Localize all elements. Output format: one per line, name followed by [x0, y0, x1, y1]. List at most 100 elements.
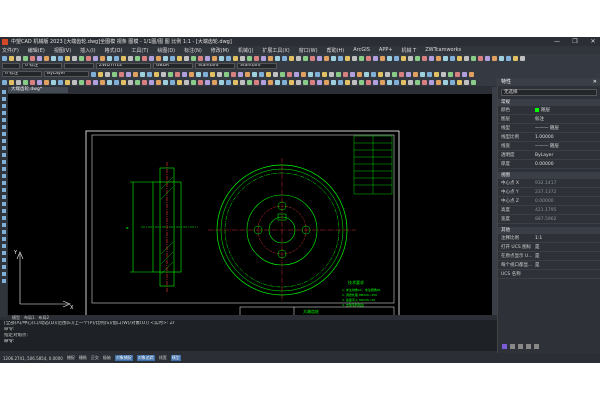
draw-tool-icon[interactable]	[126, 71, 131, 77]
command-prompt-input[interactable]: 命令:	[4, 339, 493, 345]
standard-tool-icon[interactable]	[114, 55, 119, 61]
menu-arcgis[interactable]: ArcGIS	[353, 47, 370, 53]
standard-tool-icon[interactable]	[317, 55, 322, 61]
layer-name-combo[interactable]: 0 标注	[2, 71, 42, 77]
standard-tool-icon[interactable]	[366, 55, 371, 61]
palette-tool-icon[interactable]	[1, 230, 6, 234]
palette-tool-icon[interactable]	[1, 132, 6, 136]
standard-tool-icon[interactable]	[79, 55, 84, 61]
status-otrack-button[interactable]: 对象追踪	[136, 355, 155, 361]
modify-tool-icon[interactable]	[170, 79, 175, 85]
modify-tool-icon[interactable]	[198, 79, 203, 85]
draw-tool-icon[interactable]	[210, 71, 215, 77]
draw-tool-icon[interactable]	[154, 71, 159, 77]
draw-tool-icon[interactable]	[259, 71, 264, 77]
standard-tool-icon[interactable]	[226, 55, 231, 61]
modify-tool-icon[interactable]	[86, 79, 91, 85]
modify-tool-icon[interactable]	[9, 79, 14, 85]
property-value[interactable]: ByLayer	[532, 151, 600, 159]
palette-tool-icon[interactable]	[1, 125, 6, 129]
draw-tool-icon[interactable]	[294, 71, 299, 77]
modify-tool-icon[interactable]	[177, 79, 182, 85]
standard-tool-icon[interactable]	[324, 55, 329, 61]
standard-tool-icon[interactable]	[485, 55, 490, 61]
draw-tool-icon[interactable]	[371, 71, 376, 77]
menu-tools[interactable]: 工具(T)	[131, 47, 148, 54]
draw-tool-icon[interactable]	[413, 71, 418, 77]
menu-dimension[interactable]: 标注(N)	[184, 47, 202, 54]
standard-tool-icon[interactable]	[30, 55, 35, 61]
palette-tool-icon[interactable]	[1, 251, 6, 255]
standard-tool-icon[interactable]	[16, 55, 21, 61]
standard-tool-icon[interactable]	[121, 55, 126, 61]
modify-tool-icon[interactable]	[30, 79, 35, 85]
modify-tool-icon[interactable]	[450, 79, 455, 85]
palette-tool-icon[interactable]	[1, 104, 6, 108]
draw-tool-icon[interactable]	[308, 71, 313, 77]
status-model-button[interactable]: 模型	[170, 355, 181, 361]
modify-tool-icon[interactable]	[268, 79, 273, 85]
standard-tool-icon[interactable]	[289, 55, 294, 61]
layers-icon[interactable]	[518, 343, 523, 349]
menu-mech-t[interactable]: 机械 T	[402, 47, 417, 54]
draw-tool-icon[interactable]	[343, 71, 348, 77]
palette-tool-icon[interactable]	[1, 237, 6, 241]
palette-tool-icon[interactable]	[1, 139, 6, 143]
modify-tool-icon[interactable]	[233, 79, 238, 85]
draw-tool-icon[interactable]	[448, 71, 453, 77]
palette-tool-icon[interactable]	[1, 202, 6, 206]
layer-state-combo[interactable]	[2, 63, 20, 69]
property-value[interactable]: 是	[532, 243, 600, 251]
linetype-combo[interactable]: Standard	[195, 63, 235, 69]
standard-tool-icon[interactable]	[464, 55, 469, 61]
standard-tool-icon[interactable]	[331, 55, 336, 61]
maximize-button[interactable]: ❐	[571, 38, 579, 45]
standard-tool-icon[interactable]	[513, 55, 518, 61]
modify-tool-icon[interactable]	[387, 79, 392, 85]
standard-tool-icon[interactable]	[51, 55, 56, 61]
palette-tool-icon[interactable]	[1, 279, 6, 283]
modify-tool-icon[interactable]	[247, 79, 252, 85]
draw-tool-icon[interactable]	[189, 71, 194, 77]
draw-tool-icon[interactable]	[329, 71, 334, 77]
palette-tool-icon[interactable]	[1, 223, 6, 227]
standard-tool-icon[interactable]	[23, 55, 28, 61]
standard-tool-icon[interactable]	[387, 55, 392, 61]
standard-tool-icon[interactable]	[415, 55, 420, 61]
standard-tool-icon[interactable]	[198, 55, 203, 61]
modify-tool-icon[interactable]	[212, 79, 217, 85]
property-row[interactable]: 中心点 Y 237.1372	[498, 188, 600, 197]
command-window[interactable]: [全部(A)/中心(C)/动态(D)/范围(E)/上一个(P)/比例(S)/窗口…	[0, 320, 497, 351]
status-ortho-button[interactable]: 正交	[91, 355, 99, 361]
draw-tool-icon[interactable]	[350, 71, 355, 77]
property-row[interactable]: 注释比例 1:1	[498, 234, 600, 243]
property-value[interactable]: ——— 随层	[532, 142, 600, 150]
draw-tool-icon[interactable]	[357, 71, 362, 77]
standard-tool-icon[interactable]	[520, 55, 525, 61]
draw-tool-icon[interactable]	[252, 71, 257, 77]
draw-tool-icon[interactable]	[385, 71, 390, 77]
menu-view[interactable]: 视图(V)	[54, 47, 71, 54]
standard-tool-icon[interactable]	[128, 55, 133, 61]
document-tab[interactable]: 大端齿轮.dwg*	[8, 87, 68, 93]
standard-tool-icon[interactable]	[142, 55, 147, 61]
draw-tool-icon[interactable]	[434, 71, 439, 77]
modify-tool-icon[interactable]	[429, 79, 434, 85]
standard-tool-icon[interactable]	[310, 55, 315, 61]
minimize-button[interactable]: —	[553, 38, 561, 45]
palette-tool-icon[interactable]	[1, 174, 6, 178]
draw-tool-icon[interactable]	[140, 71, 145, 77]
palette-tool-icon[interactable]	[1, 97, 6, 101]
menu-file[interactable]: 文件(F)	[2, 47, 19, 54]
standard-tool-icon[interactable]	[37, 55, 42, 61]
menu-window[interactable]: 窗口(W)	[299, 47, 318, 54]
property-row[interactable]: 线宽 ——— 随层	[498, 142, 600, 151]
modify-tool-icon[interactable]	[23, 79, 28, 85]
modify-tool-icon[interactable]	[135, 79, 140, 85]
standard-tool-icon[interactable]	[303, 55, 308, 61]
menu-insert[interactable]: 插入(I)	[80, 47, 95, 54]
modify-tool-icon[interactable]	[394, 79, 399, 85]
draw-tool-icon[interactable]	[315, 71, 320, 77]
property-row[interactable]: 高度 421.1795	[498, 206, 600, 215]
tools-icon[interactable]	[526, 343, 531, 349]
